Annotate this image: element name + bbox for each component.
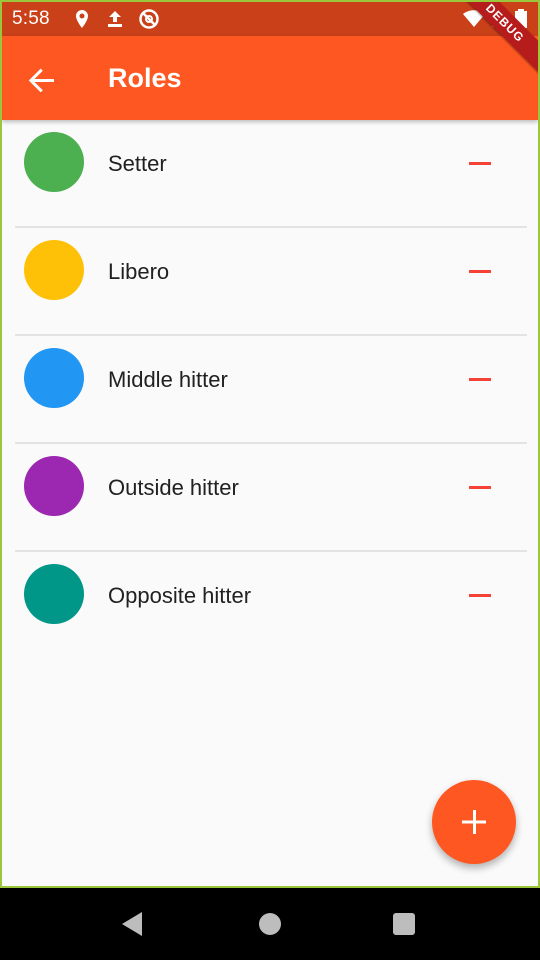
add-role-button[interactable]: [432, 780, 516, 864]
remove-role-button[interactable]: [460, 473, 500, 503]
app-bar: Roles: [2, 36, 538, 120]
list-item[interactable]: Middle hitter: [2, 336, 538, 444]
do-not-disturb-icon: [139, 9, 159, 29]
remove-role-button[interactable]: [460, 365, 500, 395]
system-nav-bar: [0, 888, 540, 960]
role-color-avatar: [24, 240, 84, 300]
remove-role-button[interactable]: [460, 149, 500, 179]
home-circle-icon[interactable]: [258, 912, 282, 936]
role-name: Setter: [108, 151, 167, 176]
arrow-back-icon: [28, 68, 54, 93]
minus-icon: [469, 270, 491, 273]
role-name: Opposite hitter: [108, 583, 252, 608]
roles-list: Setter Libero Middle hitter Outside hitt…: [2, 120, 538, 660]
role-name: Libero: [108, 259, 170, 284]
role-color-avatar: [24, 348, 84, 408]
status-time: 5:58: [12, 8, 50, 29]
list-item[interactable]: Setter: [2, 120, 538, 228]
location-pin-icon: [76, 10, 88, 28]
recents-square-icon[interactable]: [392, 912, 416, 936]
role-color-avatar: [24, 564, 84, 624]
role-color-avatar: [24, 132, 84, 192]
page-title: Roles: [108, 63, 182, 93]
minus-icon: [469, 162, 491, 165]
list-item[interactable]: Outside hitter: [2, 444, 538, 552]
role-name: Middle hitter: [108, 367, 228, 392]
list-item[interactable]: Opposite hitter: [2, 552, 538, 660]
app-screen: 5:58 Roles DEBUG Setter Libero Middle hi…: [0, 0, 540, 888]
upload-icon: [108, 11, 122, 27]
list-item[interactable]: Libero: [2, 228, 538, 336]
status-bar: 5:58: [2, 2, 538, 36]
role-color-avatar: [24, 456, 84, 516]
back-triangle-icon[interactable]: [120, 910, 146, 938]
minus-icon: [469, 486, 491, 489]
remove-role-button[interactable]: [460, 257, 500, 287]
role-name: Outside hitter: [108, 475, 239, 500]
minus-icon: [469, 594, 491, 597]
back-button[interactable]: [20, 58, 64, 102]
remove-role-button[interactable]: [460, 581, 500, 611]
minus-icon: [469, 378, 491, 381]
plus-icon: [462, 810, 486, 834]
